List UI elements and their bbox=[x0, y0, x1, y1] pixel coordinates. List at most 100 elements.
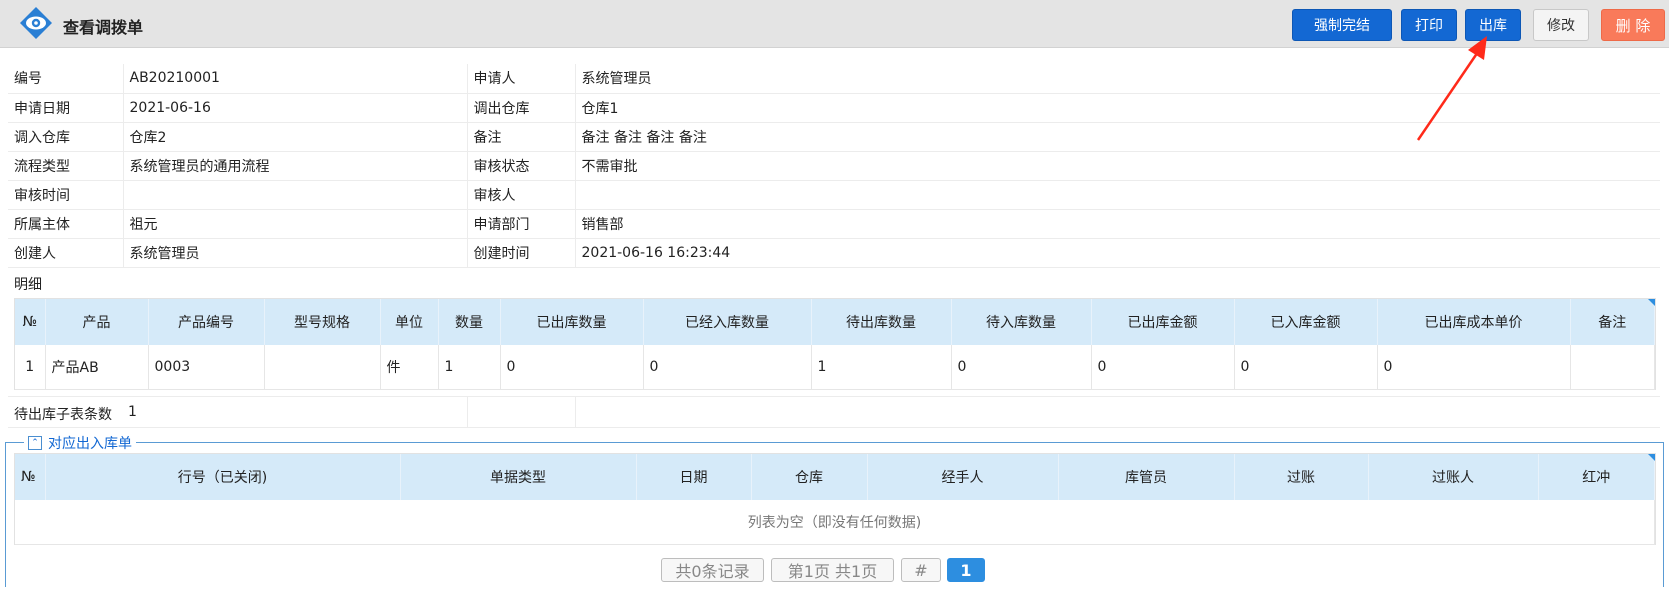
detail-section-label: 明细 bbox=[14, 277, 42, 293]
form-row: 所属主体 祖元 申请部门 销售部 bbox=[8, 209, 1660, 239]
table-cell: 件 bbox=[380, 345, 439, 390]
field-value: 2021-06-16 16:23:44 bbox=[575, 238, 1660, 268]
field-value: 仓库2 bbox=[123, 122, 468, 152]
grid-corner-marker bbox=[1648, 299, 1655, 306]
field-label: 审核人 bbox=[467, 180, 576, 210]
eye-icon bbox=[20, 7, 52, 39]
related-column-header[interactable]: № bbox=[15, 454, 46, 500]
field-value: 备注 备注 备注 备注 bbox=[575, 122, 1660, 152]
field-label: 备注 bbox=[467, 122, 576, 152]
form-row: 申请日期 2021-06-16 调出仓库 仓库1 bbox=[8, 93, 1660, 123]
pager-record-count: 共0条记录 bbox=[661, 558, 764, 582]
table-cell: 1 bbox=[15, 345, 46, 390]
detail-column-header[interactable]: 产品编号 bbox=[148, 299, 265, 345]
detail-column-header[interactable]: 产品 bbox=[45, 299, 149, 345]
field-label: 申请人 bbox=[467, 64, 576, 94]
force-complete-button[interactable]: 强制完结 bbox=[1292, 9, 1392, 41]
page-title: 查看调拨单 bbox=[63, 18, 144, 37]
field-label: 调出仓库 bbox=[467, 93, 576, 123]
form-row: 调入仓库 仓库2 备注 备注 备注 备注 备注 bbox=[8, 122, 1660, 152]
related-column-header[interactable]: 单据类型 bbox=[400, 454, 637, 500]
related-grid: № 行号（已关闭) 单据类型 日期 仓库 经手人 库管员 过账 过账人 红冲 列表为空（即没有任何… bbox=[15, 454, 1655, 545]
form-row: 创建人 系统管理员 创建时间 2021-06-16 16:23:44 bbox=[8, 238, 1660, 268]
table-cell: 0 bbox=[1091, 345, 1235, 390]
detail-grid: № 产品 产品编号 型号规格 单位 数量 已出库数量 已经入库数量 待出库数量 待入库数量 已出库金… bbox=[15, 299, 1655, 390]
detail-column-header[interactable]: 单位 bbox=[380, 299, 439, 345]
field-label: 审核时间 bbox=[8, 180, 124, 210]
related-column-header[interactable]: 库管员 bbox=[1058, 454, 1235, 500]
related-grid-container: № 行号（已关闭) 单据类型 日期 仓库 经手人 库管员 过账 过账人 红冲 列表为空（即没有任何… bbox=[14, 453, 1656, 545]
related-column-header[interactable]: 经手人 bbox=[867, 454, 1059, 500]
detail-column-header[interactable]: 已出库成本单价 bbox=[1377, 299, 1571, 345]
field-value: 系统管理员的通用流程 bbox=[123, 151, 468, 181]
related-column-header[interactable]: 过账人 bbox=[1368, 454, 1539, 500]
delete-button[interactable]: 删 除 bbox=[1601, 9, 1665, 41]
pager-goto-button[interactable]: # bbox=[901, 558, 941, 582]
field-label: 调入仓库 bbox=[8, 122, 124, 152]
related-orders-title: 对应出入库单 bbox=[48, 436, 132, 452]
table-cell: 0 bbox=[1234, 345, 1378, 390]
detail-column-header[interactable]: 数量 bbox=[438, 299, 501, 345]
table-cell: 0 bbox=[951, 345, 1092, 390]
form-row: 流程类型 系统管理员的通用流程 审核状态 不需审批 bbox=[8, 151, 1660, 181]
info-form: 编号 AB20210001 申请人 系统管理员 申请日期 2021-06-16 调出仓库 仓库… bbox=[8, 64, 1660, 268]
detail-column-header[interactable]: 已出库数量 bbox=[500, 299, 644, 345]
field-value: 2021-06-16 bbox=[123, 93, 468, 123]
table-cell: 产品AB bbox=[45, 345, 149, 390]
detail-column-header[interactable]: 已入库金额 bbox=[1234, 299, 1378, 345]
field-label: 编号 bbox=[8, 64, 124, 94]
page-header: 查看调拨单 强制完结 打印 出库 修改 删 除 bbox=[0, 0, 1669, 48]
outbound-button[interactable]: 出库 bbox=[1465, 9, 1521, 41]
modify-button[interactable]: 修改 bbox=[1533, 9, 1589, 41]
detail-column-header[interactable]: 已出库金额 bbox=[1091, 299, 1235, 345]
subtable-count-value: 1 bbox=[128, 404, 137, 420]
table-cell: 1 bbox=[438, 345, 501, 390]
detail-column-header[interactable]: 型号规格 bbox=[264, 299, 381, 345]
subtable-count-row: 待出库子表条数 1 bbox=[8, 396, 1660, 428]
detail-column-header[interactable]: 待出库数量 bbox=[811, 299, 952, 345]
table-cell: 0003 bbox=[148, 345, 265, 390]
field-value: 祖元 bbox=[123, 209, 468, 239]
field-value: 不需审批 bbox=[575, 151, 1660, 181]
related-column-header[interactable]: 过账 bbox=[1234, 454, 1369, 500]
table-cell: 0 bbox=[643, 345, 812, 390]
field-label: 审核状态 bbox=[467, 151, 576, 181]
detail-column-header[interactable]: 备注 bbox=[1570, 299, 1655, 345]
table-row[interactable]: 1 产品AB 0003 件 1 0 0 1 0 0 0 0 bbox=[15, 345, 1655, 390]
subtable-count-label: 待出库子表条数 bbox=[14, 407, 112, 423]
print-button[interactable]: 打印 bbox=[1401, 9, 1457, 41]
field-label: 申请日期 bbox=[8, 93, 124, 123]
table-cell: 0 bbox=[500, 345, 644, 390]
double-chevron-up-icon[interactable]: ⌃ bbox=[28, 436, 42, 450]
field-value: 系统管理员 bbox=[575, 64, 1660, 94]
form-row: 审核时间 审核人 bbox=[8, 180, 1660, 210]
table-cell bbox=[264, 345, 381, 390]
pager-page-info: 第1页 共1页 bbox=[771, 558, 894, 582]
field-value bbox=[123, 180, 468, 210]
related-column-header[interactable]: 行号（已关闭) bbox=[45, 454, 401, 500]
related-column-header[interactable]: 日期 bbox=[636, 454, 752, 500]
grid-corner-marker bbox=[1648, 454, 1655, 461]
detail-column-header[interactable]: № bbox=[15, 299, 46, 345]
related-orders-legend[interactable]: ⌃ 对应出入库单 bbox=[24, 433, 136, 453]
field-label: 创建人 bbox=[8, 238, 124, 268]
empty-list-message: 列表为空（即没有任何数据) bbox=[15, 500, 1655, 545]
form-row: 编号 AB20210001 申请人 系统管理员 bbox=[8, 64, 1660, 94]
field-label: 申请部门 bbox=[467, 209, 576, 239]
table-cell bbox=[1570, 345, 1655, 390]
table-cell: 0 bbox=[1377, 345, 1571, 390]
field-value: AB20210001 bbox=[123, 64, 468, 94]
field-value: 销售部 bbox=[575, 209, 1660, 239]
field-value bbox=[575, 180, 1660, 210]
field-value: 仓库1 bbox=[575, 93, 1660, 123]
related-column-header[interactable]: 红冲 bbox=[1538, 454, 1655, 500]
field-label: 所属主体 bbox=[8, 209, 124, 239]
field-value: 系统管理员 bbox=[123, 238, 468, 268]
detail-column-header[interactable]: 已经入库数量 bbox=[643, 299, 812, 345]
field-label: 创建时间 bbox=[467, 238, 576, 268]
table-cell: 1 bbox=[811, 345, 952, 390]
detail-grid-container: № 产品 产品编号 型号规格 单位 数量 已出库数量 已经入库数量 待出库数量 待入库数量 已出库金… bbox=[14, 298, 1656, 390]
detail-column-header[interactable]: 待入库数量 bbox=[951, 299, 1092, 345]
pager-current-page[interactable]: 1 bbox=[947, 558, 985, 582]
related-column-header[interactable]: 仓库 bbox=[751, 454, 868, 500]
